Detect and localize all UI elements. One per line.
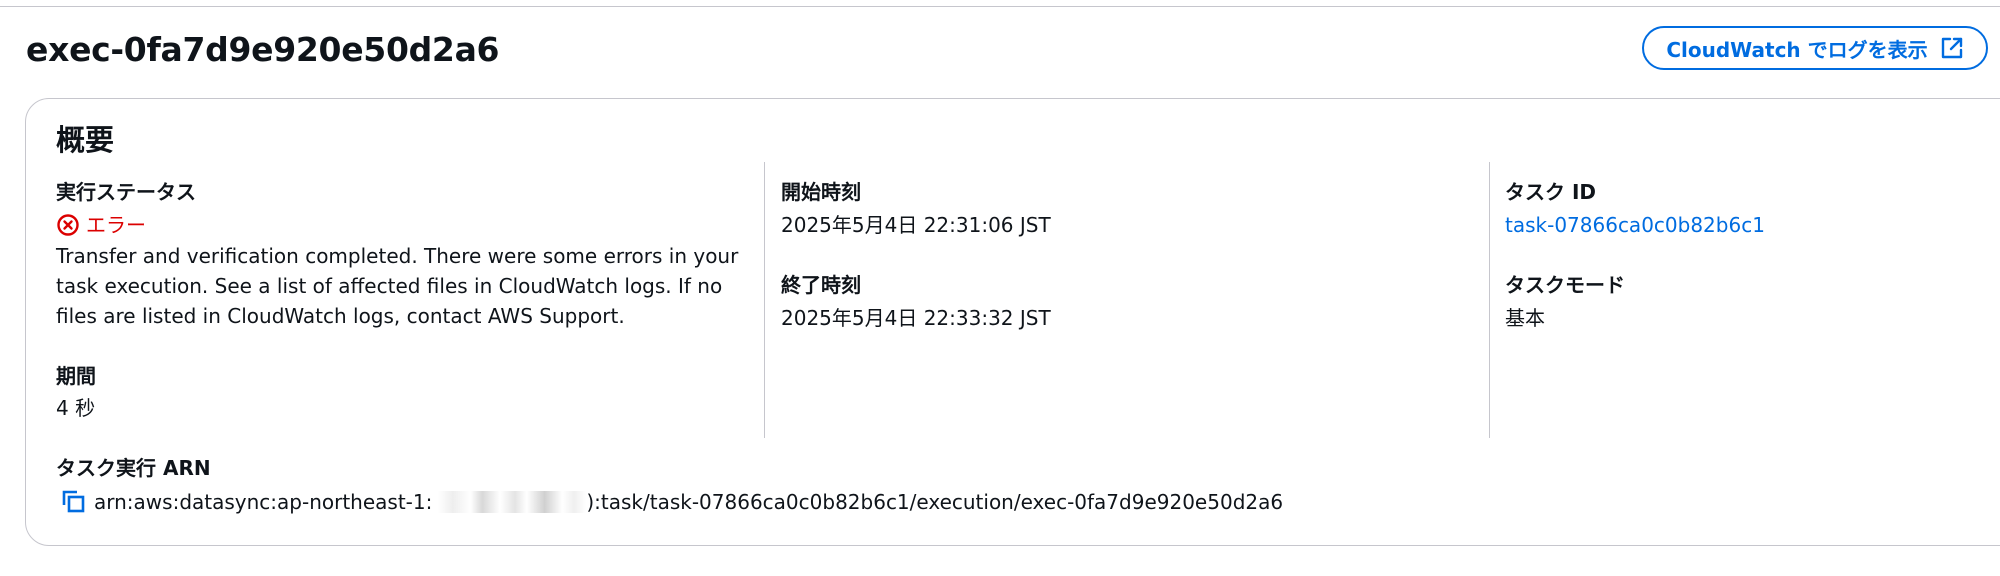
task-execution-arn-label: タスク実行 ARN <box>56 456 211 480</box>
arn-prefix: arn:aws:datasync:ap-northeast-1: <box>94 490 433 514</box>
status-error-indicator: エラー <box>56 211 146 239</box>
column-divider <box>1489 162 1490 438</box>
execution-status-label: 実行ステータス <box>56 180 196 204</box>
status-value: エラー <box>86 213 146 237</box>
duration-label: 期間 <box>56 364 96 388</box>
duration-value: 4 秒 <box>56 396 96 420</box>
redacted-account-id <box>438 491 587 513</box>
external-link-icon <box>1940 36 1964 60</box>
start-time-label: 開始時刻 <box>781 180 861 204</box>
status-description: Transfer and verification completed. The… <box>56 244 739 328</box>
task-mode-value: 基本 <box>1505 306 1545 330</box>
task-mode-label: タスクモード <box>1505 273 1625 297</box>
end-time-value: 2025年5月4日 22:33:32 JST <box>781 306 1051 330</box>
task-execution-arn-row: arn:aws:datasync:ap-northeast-1: ):task/t… <box>60 487 1283 517</box>
end-time-label: 終了時刻 <box>781 273 861 297</box>
column-divider <box>764 162 765 438</box>
status-error-icon <box>56 213 80 237</box>
view-cloudwatch-logs-button[interactable]: CloudWatch でログを表示 <box>1642 26 1988 70</box>
cloudwatch-button-label: CloudWatch でログを表示 <box>1666 37 1928 62</box>
task-id-label: タスク ID <box>1505 180 1597 204</box>
top-divider <box>0 6 2000 7</box>
page-title: exec-0fa7d9e920e50d2a6 <box>26 30 500 69</box>
start-time-value: 2025年5月4日 22:31:06 JST <box>781 213 1051 237</box>
arn-suffix: ):task/task-07866ca0c0b82b6c1/execution/… <box>586 490 1284 514</box>
copy-icon[interactable] <box>60 488 88 516</box>
task-id-link[interactable]: task-07866ca0c0b82b6c1 <box>1505 210 1765 240</box>
summary-title: 概要 <box>56 123 115 157</box>
